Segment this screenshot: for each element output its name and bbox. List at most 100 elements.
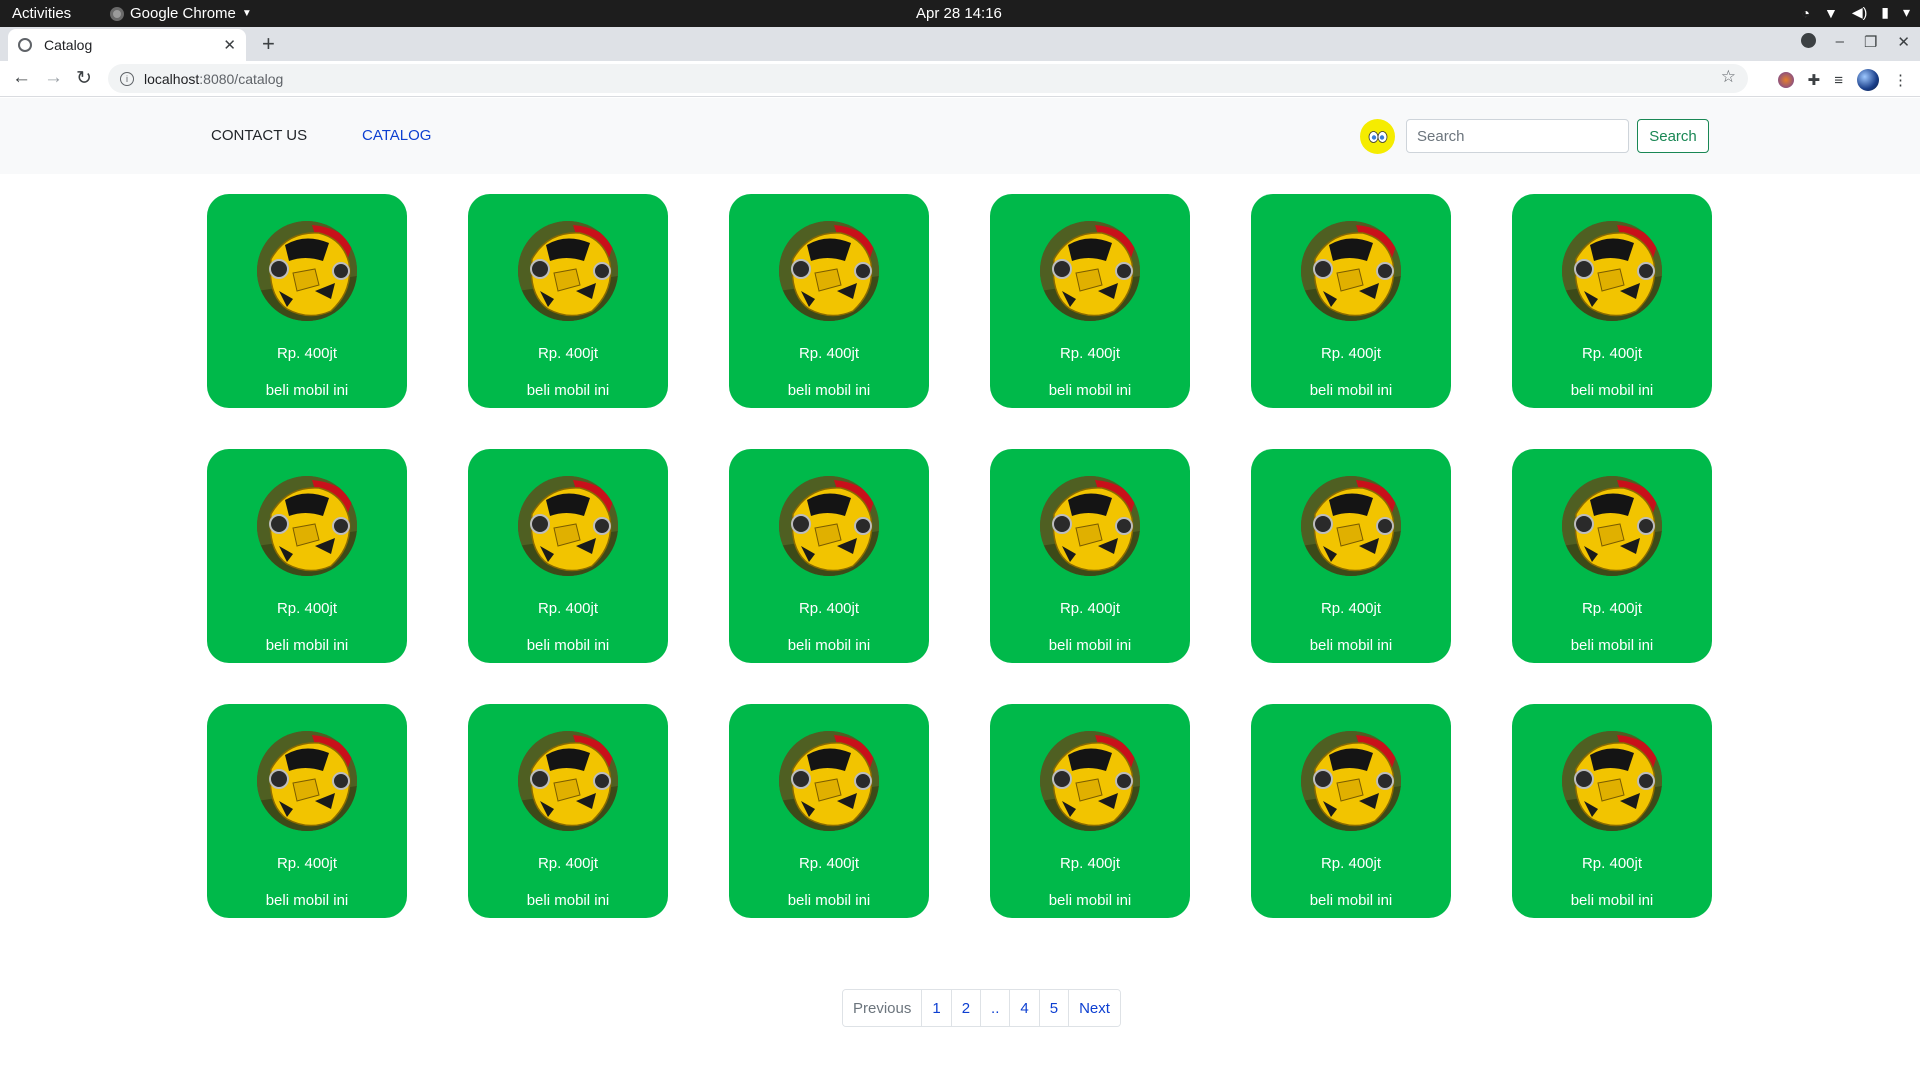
product-price: Rp. 400jt xyxy=(1059,345,1121,362)
product-card[interactable]: Rp. 400jt beli mobil ini xyxy=(729,704,929,918)
pagination-ellipsis[interactable]: .. xyxy=(980,990,1010,1026)
app-menu[interactable]: Google Chrome ▼ xyxy=(110,5,252,22)
product-card[interactable]: Rp. 400jt beli mobil ini xyxy=(207,704,407,918)
pagination-next[interactable]: Next xyxy=(1068,990,1120,1026)
product-price: Rp. 400jt xyxy=(798,855,860,872)
search-input[interactable] xyxy=(1406,119,1629,153)
product-card[interactable]: Rp. 400jt beli mobil ini xyxy=(1512,704,1712,918)
catalog-grid: Rp. 400jt beli mobil ini Rp. 400jt beli mo… xyxy=(207,194,1713,918)
buy-link[interactable]: beli mobil ini xyxy=(1512,382,1712,399)
product-card[interactable]: Rp. 400jt beli mobil ini xyxy=(1251,194,1451,408)
car-image xyxy=(518,476,618,576)
buy-link[interactable]: beli mobil ini xyxy=(990,637,1190,654)
product-card[interactable]: Rp. 400jt beli mobil ini xyxy=(729,194,929,408)
tab-search-icon[interactable] xyxy=(1800,33,1816,48)
close-window-icon[interactable]: ✕ xyxy=(1897,33,1910,51)
restore-icon[interactable]: ❐ xyxy=(1864,33,1877,51)
extension-icon[interactable] xyxy=(1777,72,1794,88)
product-card[interactable]: Rp. 400jt beli mobil ini xyxy=(468,194,668,408)
product-card[interactable]: Rp. 400jt beli mobil ini xyxy=(1251,704,1451,918)
clock[interactable]: Apr 28 14:16 xyxy=(916,5,1002,22)
product-price: Rp. 400jt xyxy=(276,600,338,617)
pagination-page[interactable]: 2 xyxy=(950,990,981,1026)
buy-link[interactable]: beli mobil ini xyxy=(729,637,929,654)
battery-icon: ▮ xyxy=(1881,4,1889,20)
tab-catalog[interactable]: Catalog ✕ xyxy=(8,29,246,61)
product-card[interactable]: Rp. 400jt beli mobil ini xyxy=(468,704,668,918)
buy-link[interactable]: beli mobil ini xyxy=(207,892,407,909)
product-price: Rp. 400jt xyxy=(276,345,338,362)
buy-link[interactable]: beli mobil ini xyxy=(990,382,1190,399)
product-card[interactable]: Rp. 400jt beli mobil ini xyxy=(990,704,1190,918)
nav-catalog[interactable]: CATALOG xyxy=(362,127,431,144)
buy-link[interactable]: beli mobil ini xyxy=(1251,892,1451,909)
back-icon[interactable]: ← xyxy=(12,67,31,89)
buy-link[interactable]: beli mobil ini xyxy=(468,382,668,399)
product-price: Rp. 400jt xyxy=(798,345,860,362)
close-icon[interactable]: ✕ xyxy=(223,36,236,54)
buy-link[interactable]: beli mobil ini xyxy=(729,382,929,399)
tab-strip: Catalog ✕ xyxy=(0,27,1920,61)
emoji-logo-icon[interactable] xyxy=(1360,119,1395,154)
product-card[interactable]: Rp. 400jt beli mobil ini xyxy=(990,194,1190,408)
product-card[interactable]: Rp. 400jt beli mobil ini xyxy=(1512,194,1712,408)
minimize-icon[interactable]: – xyxy=(1836,33,1844,51)
buy-link[interactable]: beli mobil ini xyxy=(468,892,668,909)
eyes-icon xyxy=(1368,130,1387,143)
car-image xyxy=(257,731,357,831)
car-image xyxy=(518,731,618,831)
product-card[interactable]: Rp. 400jt beli mobil ini xyxy=(1251,449,1451,663)
new-tab-button[interactable]: + xyxy=(262,31,275,57)
product-price: Rp. 400jt xyxy=(537,345,599,362)
pagination: Previous 1 2 .. 4 5 Next xyxy=(842,989,1121,1027)
buy-link[interactable]: beli mobil ini xyxy=(1251,637,1451,654)
car-image xyxy=(257,221,357,321)
pagination-page[interactable]: 1 xyxy=(921,990,951,1026)
extensions-area: ✚ ≡ ⋮ xyxy=(1777,69,1908,91)
forward-icon[interactable]: → xyxy=(44,67,63,89)
kebab-menu-icon[interactable]: ⋮ xyxy=(1893,71,1908,89)
car-image xyxy=(779,731,879,831)
chevron-down-icon: ▼ xyxy=(241,8,252,19)
reload-icon[interactable]: ↻ xyxy=(76,67,92,90)
buy-link[interactable]: beli mobil ini xyxy=(990,892,1190,909)
activities-button[interactable]: Activities xyxy=(12,5,71,22)
car-image xyxy=(1562,476,1662,576)
search-button[interactable]: Search xyxy=(1637,119,1709,153)
info-icon[interactable]: i xyxy=(120,71,134,86)
buy-link[interactable]: beli mobil ini xyxy=(207,382,407,399)
car-image xyxy=(1562,731,1662,831)
pagination-page[interactable]: 4 xyxy=(1009,990,1039,1026)
product-card[interactable]: Rp. 400jt beli mobil ini xyxy=(207,449,407,663)
product-price: Rp. 400jt xyxy=(1320,345,1382,362)
site-navbar: CONTACT US CATALOG Search xyxy=(0,98,1920,174)
pagination-page[interactable]: 5 xyxy=(1038,990,1069,1026)
product-card[interactable]: Rp. 400jt beli mobil ini xyxy=(468,449,668,663)
product-card[interactable]: Rp. 400jt beli mobil ini xyxy=(207,194,407,408)
wifi-icon: ▼ xyxy=(1823,4,1838,21)
car-image xyxy=(1040,731,1140,831)
nav-contact-us[interactable]: CONTACT US xyxy=(211,127,307,144)
address-bar[interactable]: i localhost:8080/catalog ☆ xyxy=(108,64,1748,93)
buy-link[interactable]: beli mobil ini xyxy=(729,892,929,909)
product-price: Rp. 400jt xyxy=(537,600,599,617)
car-image xyxy=(257,476,357,576)
profile-avatar[interactable] xyxy=(1857,69,1879,91)
product-card[interactable]: Rp. 400jt beli mobil ini xyxy=(1512,449,1712,663)
sync-icon: ◔ xyxy=(1801,4,1810,21)
buy-link[interactable]: beli mobil ini xyxy=(468,637,668,654)
pagination-previous[interactable]: Previous xyxy=(843,990,922,1026)
product-price: Rp. 400jt xyxy=(1581,345,1643,362)
puzzle-icon[interactable]: ✚ xyxy=(1808,71,1821,89)
product-price: Rp. 400jt xyxy=(1581,855,1643,872)
buy-link[interactable]: beli mobil ini xyxy=(1251,382,1451,399)
star-icon[interactable]: ☆ xyxy=(1721,67,1736,87)
window-controls: – ❐ ✕ xyxy=(1800,33,1910,51)
product-card[interactable]: Rp. 400jt beli mobil ini xyxy=(990,449,1190,663)
media-queue-icon[interactable]: ≡ xyxy=(1834,72,1843,89)
product-card[interactable]: Rp. 400jt beli mobil ini xyxy=(729,449,929,663)
buy-link[interactable]: beli mobil ini xyxy=(1512,892,1712,909)
buy-link[interactable]: beli mobil ini xyxy=(207,637,407,654)
buy-link[interactable]: beli mobil ini xyxy=(1512,637,1712,654)
system-tray[interactable]: ◔ ▼ ◀) ▮ ▾ xyxy=(1801,4,1910,21)
